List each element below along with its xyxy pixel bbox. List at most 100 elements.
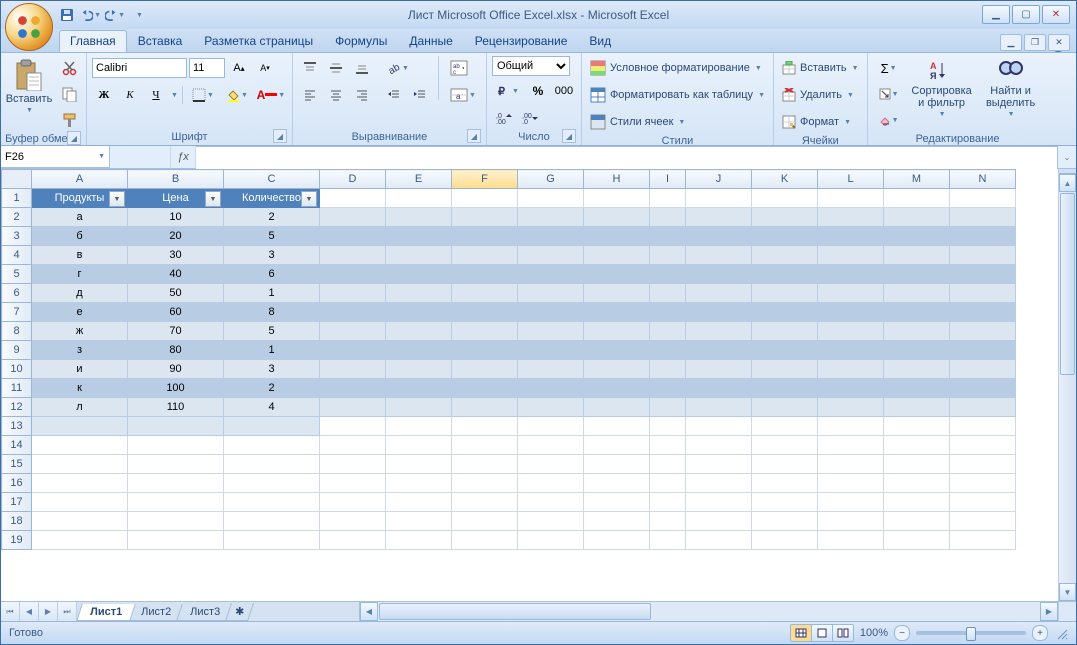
sheet-tab-Лист1[interactable]: Лист1 [76,604,136,621]
row-header-19[interactable]: 19 [2,531,32,550]
cell-F14[interactable] [452,436,518,455]
col-header-N[interactable]: N [950,170,1016,189]
cell-B2[interactable]: 10 [128,208,224,227]
cell-F5[interactable] [452,265,518,284]
cell-B7[interactable]: 60 [128,303,224,322]
tab-Рецензирование[interactable]: Рецензирование [464,30,579,52]
cell-J5[interactable] [686,265,752,284]
decrease-indent-button[interactable] [382,83,406,107]
cell-N1[interactable] [950,189,1016,208]
cell-C19[interactable] [224,531,320,550]
cell-H10[interactable] [584,360,650,379]
cell-D7[interactable] [320,303,386,322]
cell-D10[interactable] [320,360,386,379]
cell-F10[interactable] [452,360,518,379]
cell-A1[interactable]: Продукты▼ [32,189,128,208]
cell-M14[interactable] [884,436,950,455]
zoom-percent[interactable]: 100% [860,627,888,639]
row-header-8[interactable]: 8 [2,322,32,341]
row-header-18[interactable]: 18 [2,512,32,531]
cell-M10[interactable] [884,360,950,379]
cell-F4[interactable] [452,246,518,265]
spreadsheet-grid[interactable]: ABCDEFGHIJKLMN1Продукты▼Цена▼Количество▼… [1,169,1016,550]
vertical-scrollbar[interactable]: ▲ ▼ [1058,169,1076,601]
row-header-7[interactable]: 7 [2,303,32,322]
cell-F16[interactable] [452,474,518,493]
cell-E16[interactable] [386,474,452,493]
tab-Формулы[interactable]: Формулы [324,30,398,52]
tab-Вид[interactable]: Вид [578,30,622,52]
cell-C11[interactable]: 2 [224,379,320,398]
font-size-combo[interactable] [189,58,225,78]
cell-N11[interactable] [950,379,1016,398]
cell-C16[interactable] [224,474,320,493]
clipboard-dialog-launcher[interactable]: ◢ [67,131,81,145]
cell-J9[interactable] [686,341,752,360]
alignment-dialog-launcher[interactable]: ◢ [467,129,481,143]
cell-I14[interactable] [650,436,686,455]
cell-J10[interactable] [686,360,752,379]
view-page-layout[interactable] [812,625,833,641]
cell-B9[interactable]: 80 [128,341,224,360]
cell-I6[interactable] [650,284,686,303]
cell-B13[interactable] [128,417,224,436]
cell-M8[interactable] [884,322,950,341]
cell-J8[interactable] [686,322,752,341]
cell-B1[interactable]: Цена▼ [128,189,224,208]
cell-C13[interactable] [224,417,320,436]
scroll-up-button[interactable]: ▲ [1059,174,1076,192]
cell-I8[interactable] [650,322,686,341]
cell-J16[interactable] [686,474,752,493]
cell-L8[interactable] [818,322,884,341]
cell-L17[interactable] [818,493,884,512]
workbook-restore[interactable]: ❐ [1024,34,1046,51]
cell-N6[interactable] [950,284,1016,303]
cell-C15[interactable] [224,455,320,474]
office-button[interactable] [5,3,53,51]
cell-H17[interactable] [584,493,650,512]
cell-B16[interactable] [128,474,224,493]
cell-G11[interactable] [518,379,584,398]
cell-N12[interactable] [950,398,1016,417]
cell-I9[interactable] [650,341,686,360]
paste-button[interactable]: Вставить▼ [4,56,54,117]
align-bottom-button[interactable] [350,56,374,80]
col-header-M[interactable]: M [884,170,950,189]
col-header-I[interactable]: I [650,170,686,189]
cell-A3[interactable]: б [32,227,128,246]
cell-B5[interactable]: 40 [128,265,224,284]
qat-undo[interactable]: ▼ [81,5,101,25]
cell-M11[interactable] [884,379,950,398]
new-sheet-button[interactable]: ✱ [225,603,254,621]
cell-M13[interactable] [884,417,950,436]
cell-H12[interactable] [584,398,650,417]
cell-H19[interactable] [584,531,650,550]
cell-B11[interactable]: 100 [128,379,224,398]
tab-Главная[interactable]: Главная [59,30,127,52]
cell-D1[interactable] [320,189,386,208]
cell-G10[interactable] [518,360,584,379]
cell-D3[interactable] [320,227,386,246]
insert-cells-button[interactable]: Вставить▼ [779,56,862,80]
cell-J15[interactable] [686,455,752,474]
cell-E11[interactable] [386,379,452,398]
row-header-12[interactable]: 12 [2,398,32,417]
cell-C1[interactable]: Количество▼ [224,189,320,208]
cell-H6[interactable] [584,284,650,303]
fill-color-button[interactable]: ▼ [221,83,253,107]
cell-C9[interactable]: 1 [224,341,320,360]
cell-G1[interactable] [518,189,584,208]
cell-I10[interactable] [650,360,686,379]
cell-C3[interactable]: 5 [224,227,320,246]
horizontal-scrollbar[interactable]: ◀ ▶ [359,602,1058,621]
cell-E9[interactable] [386,341,452,360]
zoom-slider[interactable] [916,631,1026,635]
col-header-G[interactable]: G [518,170,584,189]
cell-L4[interactable] [818,246,884,265]
cell-I7[interactable] [650,303,686,322]
cell-A6[interactable]: д [32,284,128,303]
cell-I4[interactable] [650,246,686,265]
cell-I12[interactable] [650,398,686,417]
accounting-format-button[interactable]: ₽▼ [492,79,524,103]
cell-K7[interactable] [752,303,818,322]
